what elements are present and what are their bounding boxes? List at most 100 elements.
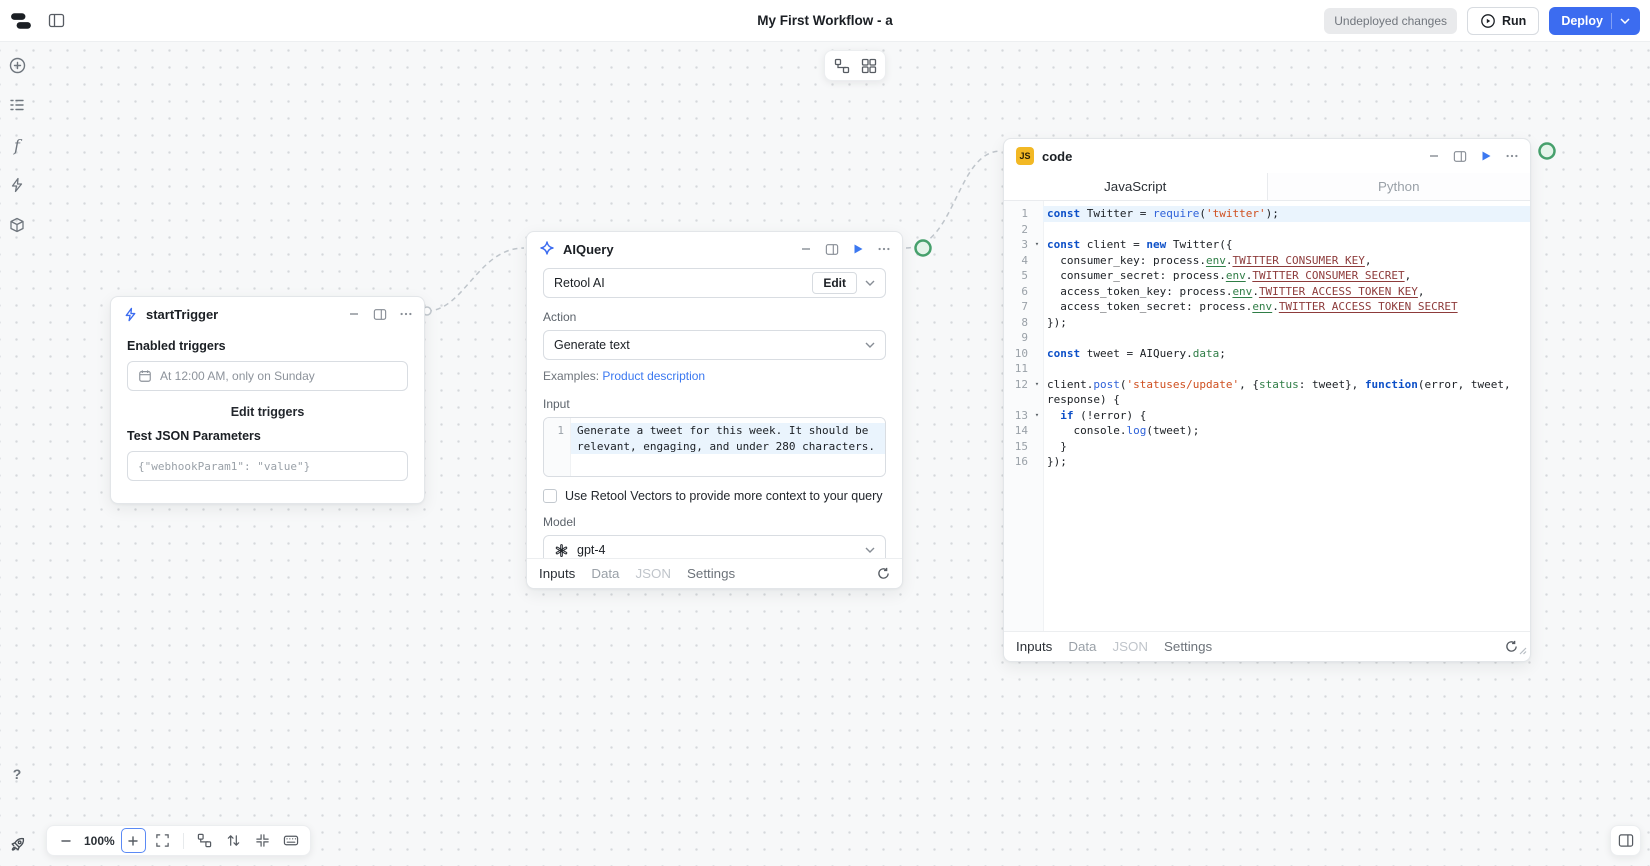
node-title: startTrigger <box>146 307 218 322</box>
examples-link[interactable]: Product description <box>602 369 705 383</box>
tab-data[interactable]: Data <box>591 566 619 581</box>
tab-json[interactable]: JSON <box>635 566 671 581</box>
tab-inputs[interactable]: Inputs <box>539 566 575 581</box>
code-line-content: }); <box>1043 315 1530 331</box>
code-line[interactable]: 3▾const client = new Twitter({ <box>1004 237 1530 253</box>
connection-start-to-aiquery <box>427 248 524 311</box>
code-line[interactable]: 14 console.log(tweet); <box>1004 423 1530 439</box>
run-block-icon[interactable] <box>850 241 866 257</box>
minimize-icon[interactable] <box>346 306 362 322</box>
deploy-button[interactable]: Deploy <box>1549 7 1640 35</box>
open-panel-icon[interactable] <box>372 306 388 322</box>
vectors-option: Use Retool Vectors to provide more conte… <box>543 489 886 503</box>
code-line[interactable]: 4 consumer_key: process.env.TWITTER_CONS… <box>1004 253 1530 269</box>
rocket-icon[interactable] <box>5 832 29 856</box>
tab-settings[interactable]: Settings <box>1164 639 1212 654</box>
code-line[interactable]: 15 } <box>1004 439 1530 455</box>
code-line[interactable]: 11 <box>1004 361 1530 377</box>
more-options-icon[interactable] <box>398 306 414 322</box>
line-number: 1 <box>1004 206 1031 222</box>
prompt-editor[interactable]: 1 Generate a tweet for this week. It sho… <box>543 417 886 477</box>
edit-resource-button[interactable]: Edit <box>812 272 857 294</box>
auto-layout-icon[interactable] <box>856 53 881 78</box>
refresh-icon[interactable] <box>877 567 890 580</box>
prompt-editor-body[interactable]: Generate a tweet for this week. It shoul… <box>571 418 885 476</box>
zoom-in-icon[interactable] <box>121 828 146 853</box>
swap-vertical-icon[interactable] <box>221 828 246 853</box>
start-trigger-node[interactable]: startTrigger Enabled triggers At 12:00 A… <box>110 296 425 504</box>
aiquery-node[interactable]: AIQuery Retool AI Edit Action Generate t… <box>526 231 903 589</box>
blocks-library-icon[interactable] <box>5 213 29 237</box>
help-icon[interactable]: ? <box>5 762 29 786</box>
refresh-icon[interactable] <box>1505 640 1518 653</box>
resource-selector[interactable]: Retool AI Edit <box>543 268 886 298</box>
fold-toggle-icon[interactable]: ▾ <box>1031 377 1043 393</box>
resize-handle[interactable] <box>1518 644 1527 658</box>
more-options-icon[interactable] <box>876 241 892 257</box>
zoom-out-icon[interactable] <box>53 828 78 853</box>
code-line[interactable]: 8}); <box>1004 315 1530 331</box>
code-editor[interactable]: 1const Twitter = require('twitter');2 3▾… <box>1004 201 1530 631</box>
code-line[interactable]: 6 access_token_key: process.env.TWITTER_… <box>1004 284 1530 300</box>
triggers-icon[interactable] <box>5 173 29 197</box>
code-output-port[interactable] <box>1540 144 1555 159</box>
node-header: startTrigger <box>111 297 424 331</box>
node-actions <box>1426 148 1520 164</box>
more-options-icon[interactable] <box>1504 148 1520 164</box>
code-line[interactable]: 13▾ if (!error) { <box>1004 408 1530 424</box>
open-panel-icon[interactable] <box>824 241 840 257</box>
tab-inputs[interactable]: Inputs <box>1016 639 1052 654</box>
aiquery-output-port[interactable] <box>916 241 931 256</box>
test-json-label: Test JSON Parameters <box>127 429 408 443</box>
ai-sparkle-icon <box>539 241 555 257</box>
run-button[interactable]: Run <box>1467 7 1539 35</box>
chevron-down-icon[interactable] <box>1620 18 1630 24</box>
tab-javascript[interactable]: JavaScript <box>1004 173 1268 200</box>
workflow-tree-icon[interactable] <box>829 53 854 78</box>
prompt-text: Generate a tweet for this week. It shoul… <box>571 423 885 454</box>
code-line[interactable]: 2 <box>1004 222 1530 238</box>
open-panel-icon[interactable] <box>1452 148 1468 164</box>
test-json-input[interactable] <box>127 451 408 481</box>
schedule-field[interactable]: At 12:00 AM, only on Sunday <box>127 361 408 391</box>
code-line[interactable]: 12▾client.post('statuses/update', {statu… <box>1004 377 1530 408</box>
node-footer: Inputs Data JSON Settings <box>527 558 902 588</box>
fold-toggle-icon[interactable]: ▾ <box>1031 237 1043 253</box>
line-number: 2 <box>1004 222 1031 238</box>
left-panel-toggle-icon[interactable] <box>48 13 65 28</box>
minimize-icon[interactable] <box>798 241 814 257</box>
code-line-content: console.log(tweet); <box>1043 423 1530 439</box>
run-block-icon[interactable] <box>1478 148 1494 164</box>
edit-triggers-button[interactable]: Edit triggers <box>127 405 408 419</box>
header-left <box>10 11 65 31</box>
tab-json[interactable]: JSON <box>1112 639 1148 654</box>
tab-settings[interactable]: Settings <box>687 566 735 581</box>
line-number: 4 <box>1004 253 1031 269</box>
code-line[interactable]: 5 consumer_secret: process.env.TWITTER_C… <box>1004 268 1530 284</box>
code-line-content: } <box>1043 439 1530 455</box>
code-line[interactable]: 1const Twitter = require('twitter'); <box>1004 206 1530 222</box>
retool-logo[interactable] <box>10 11 32 31</box>
keyboard-shortcuts-icon[interactable] <box>279 828 304 853</box>
code-node[interactable]: JS code JavaScript Python 1const Twitter… <box>1003 138 1531 662</box>
collapse-blocks-icon[interactable] <box>250 828 275 853</box>
minimize-icon[interactable] <box>1426 148 1442 164</box>
action-select[interactable]: Generate text <box>543 330 886 360</box>
tab-python[interactable]: Python <box>1268 173 1531 200</box>
code-line[interactable]: 16}); <box>1004 454 1530 470</box>
chevron-down-icon[interactable] <box>865 280 875 286</box>
run-history-icon[interactable] <box>5 93 29 117</box>
code-line[interactable]: 10const tweet = AIQuery.data; <box>1004 346 1530 362</box>
fit-view-icon[interactable] <box>150 828 175 853</box>
code-line-content <box>1043 222 1530 238</box>
node-actions <box>798 241 892 257</box>
code-line[interactable]: 7 access_token_secret: process.env.TWITT… <box>1004 299 1530 315</box>
functions-icon[interactable]: f <box>5 133 29 157</box>
tab-data[interactable]: Data <box>1068 639 1096 654</box>
workflow-tree-icon[interactable] <box>192 828 217 853</box>
right-panel-toggle-icon[interactable] <box>1610 825 1641 856</box>
vectors-checkbox[interactable] <box>543 489 557 503</box>
code-line[interactable]: 9 <box>1004 330 1530 346</box>
add-block-icon[interactable] <box>5 53 29 77</box>
fold-toggle-icon[interactable]: ▾ <box>1031 408 1043 424</box>
